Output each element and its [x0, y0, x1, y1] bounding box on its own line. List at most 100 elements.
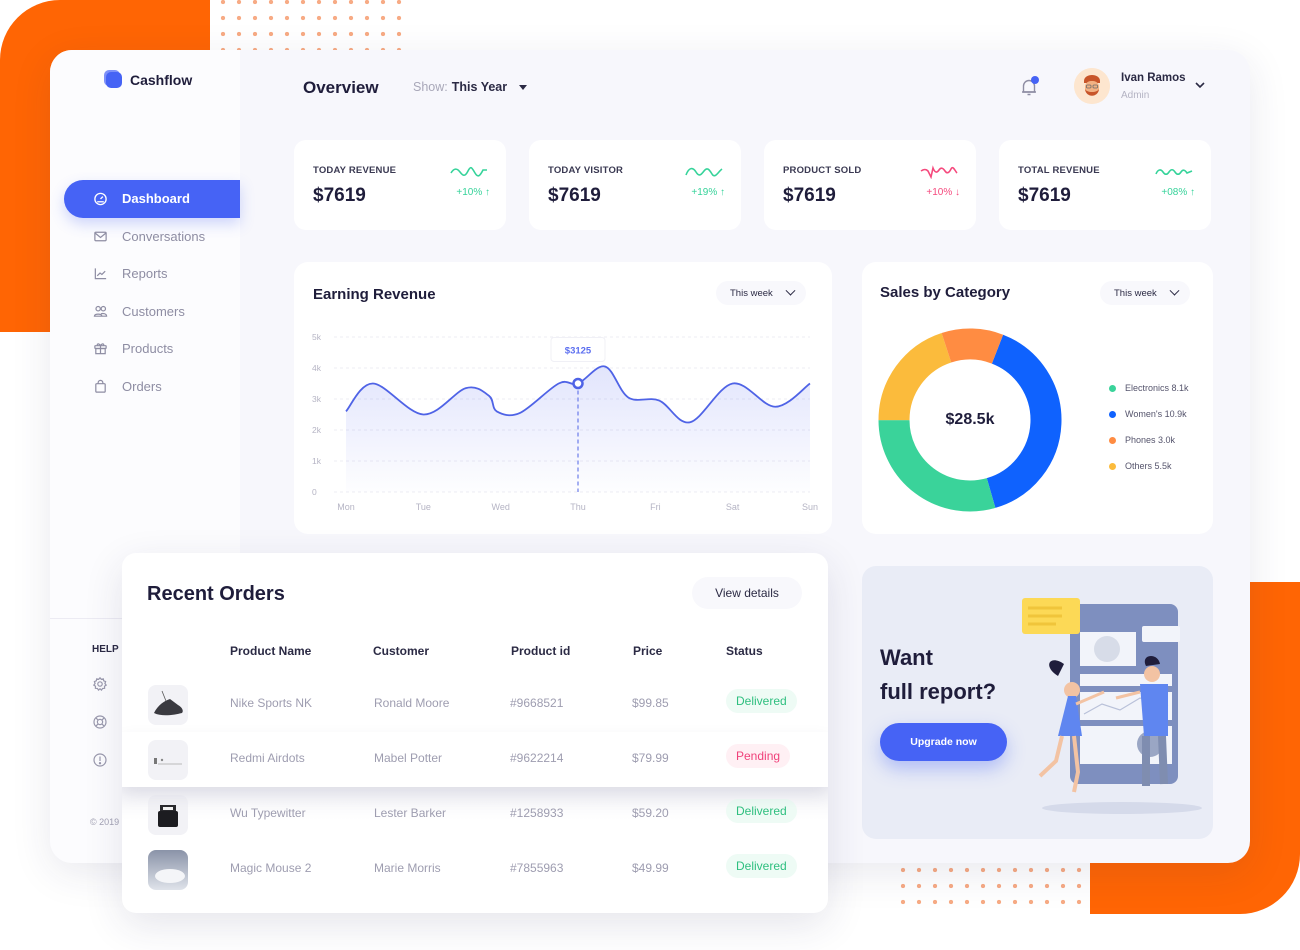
avatar[interactable] — [1074, 68, 1110, 104]
x-tick-label: Sat — [726, 502, 740, 512]
legend-dot-icon — [1109, 384, 1116, 392]
sales-range-select[interactable]: This week — [1100, 281, 1190, 305]
legend-item: Others 5.5k — [1109, 453, 1189, 479]
period-select-label: Show: — [413, 80, 448, 94]
notifications-button[interactable] — [1018, 76, 1040, 98]
y-tick-label: 3k — [312, 394, 322, 404]
column-header-customer[interactable]: Customer — [373, 644, 429, 658]
status-badge: Delivered — [726, 689, 797, 713]
view-details-button[interactable]: View details — [692, 577, 802, 609]
y-tick-label: 5k — [312, 332, 322, 342]
donut-total: $28.5k — [945, 411, 995, 428]
sparkline-icon — [685, 167, 723, 177]
user-menu-chevron-icon[interactable] — [1193, 78, 1207, 92]
table-row[interactable]: Magic Mouse 2 Marie Morris #7855963 $49.… — [122, 842, 828, 897]
x-tick-label: Tue — [416, 502, 431, 512]
cell-product: Wu Typewitter — [230, 806, 306, 820]
column-header-product-id[interactable]: Product id — [511, 644, 570, 658]
decor-dot-grid-top — [215, 0, 405, 50]
sidebar-item-label: Reports — [122, 266, 168, 282]
panel-title: Sales by Category — [880, 284, 1011, 301]
upgrade-promo-card: Want full report? Upgrade now — [862, 566, 1213, 839]
legend-label: Phones 3.0k — [1125, 435, 1176, 445]
y-tick-label: 0 — [312, 487, 317, 497]
stat-card-product-sold: PRODUCT SOLD $7619 +10% ↓ — [764, 140, 976, 230]
arrow-up-icon: ↑ — [1190, 187, 1195, 198]
typewriter-icon — [158, 805, 178, 827]
cell-price: $79.99 — [632, 751, 669, 765]
sparkline-icon — [920, 165, 958, 179]
sneaker-icon — [154, 690, 183, 716]
shopping-bag-icon — [92, 378, 108, 394]
earning-range-select[interactable]: This week — [716, 281, 806, 305]
table-row[interactable]: Wu Typewitter Lester Barker #1258933 $59… — [122, 787, 828, 842]
status-badge: Delivered — [726, 799, 797, 823]
period-select-value: This Year — [451, 80, 508, 94]
earning-revenue-chart: 0 1k 2k 3k 4k 5k Mon Tue Wed Thu Fri Sat Sun $3125 — [312, 332, 818, 512]
lifebuoy-icon[interactable] — [92, 714, 108, 730]
promo-title-line-2: full report? — [880, 679, 997, 704]
dashboard-gauge-icon — [92, 191, 108, 207]
stat-delta: +10% ↓ — [926, 187, 960, 198]
stat-card-today-revenue: TODAY REVENUE $7619 +10% ↑ — [294, 140, 506, 230]
cell-product-id: #1258933 — [510, 806, 564, 820]
upgrade-now-button[interactable]: Upgrade now — [880, 723, 1007, 761]
cell-customer: Lester Barker — [374, 806, 447, 820]
cell-product: Magic Mouse 2 — [230, 861, 312, 875]
legend-label: Electronics 8.1k — [1125, 383, 1189, 393]
column-header-status[interactable]: Status — [726, 644, 763, 658]
help-heading: HELP — [92, 644, 119, 655]
brand-logo[interactable]: Cashflow — [106, 72, 192, 88]
chevron-down-icon — [785, 285, 796, 296]
gift-box-icon — [92, 341, 108, 357]
stat-delta: +08% ↑ — [1161, 187, 1195, 198]
x-tick-label: Fri — [650, 502, 661, 512]
users-icon — [92, 303, 108, 319]
legend-dot-icon — [1109, 436, 1116, 444]
panel-title: Earning Revenue — [313, 286, 436, 303]
table-row[interactable]: Nike Sports NK Ronald Moore #9668521 $99… — [122, 677, 828, 732]
settings-icon[interactable] — [92, 676, 108, 692]
sidebar-item-customers[interactable]: Customers — [64, 293, 240, 331]
column-header-price[interactable]: Price — [633, 644, 662, 658]
sidebar-item-dashboard[interactable]: Dashboard — [64, 180, 240, 218]
period-select[interactable]: Show: This Year — [413, 80, 528, 94]
sidebar-item-products[interactable]: Products — [64, 330, 240, 368]
sidebar-nav: Dashboard Conversations Reports Customer… — [64, 180, 240, 405]
y-tick-label: 4k — [312, 363, 322, 373]
cell-product: Nike Sports NK — [230, 696, 313, 710]
cell-price: $59.20 — [632, 806, 669, 820]
column-header-product-name[interactable]: Product Name — [230, 644, 311, 658]
stat-delta: +10% ↑ — [456, 187, 490, 198]
product-thumbnail — [148, 850, 188, 890]
legend-item: Women's 10.9k — [1109, 401, 1189, 427]
arrow-down-icon: ↓ — [955, 187, 960, 198]
user-role: Admin — [1121, 90, 1150, 101]
x-tick-label: Thu — [570, 502, 586, 512]
cell-product-id: #9622214 — [510, 751, 564, 765]
x-tick-label: Wed — [491, 502, 509, 512]
cell-customer: Marie Morris — [374, 861, 441, 875]
stat-delta: +19% ↑ — [691, 187, 725, 198]
range-select-value: This week — [730, 287, 773, 299]
x-tick-label: Mon — [337, 502, 355, 512]
cell-product-id: #7855963 — [510, 861, 564, 875]
mail-icon — [92, 228, 108, 244]
sidebar-item-orders[interactable]: Orders — [64, 368, 240, 406]
info-icon[interactable] — [92, 752, 108, 768]
sparkline-icon — [1155, 168, 1193, 176]
user-avatar-icon — [1074, 68, 1110, 104]
sidebar-item-conversations[interactable]: Conversations — [64, 218, 240, 256]
logo-icon — [106, 72, 122, 88]
orders-title: Recent Orders — [147, 583, 285, 605]
promo-title: Want full report? — [880, 641, 996, 709]
cell-customer: Ronald Moore — [374, 696, 450, 710]
arrow-up-icon: ↑ — [485, 187, 490, 198]
table-row[interactable]: Redmi Airdots Mabel Potter #9622214 $79.… — [122, 732, 828, 787]
sidebar-item-label: Conversations — [122, 228, 206, 244]
x-tick-label: Sun — [802, 502, 818, 512]
sidebar-item-reports[interactable]: Reports — [64, 255, 240, 293]
copyright: © 2019 — [90, 817, 120, 827]
highlight-point — [572, 377, 584, 390]
sidebar-item-label: Orders — [122, 378, 162, 394]
